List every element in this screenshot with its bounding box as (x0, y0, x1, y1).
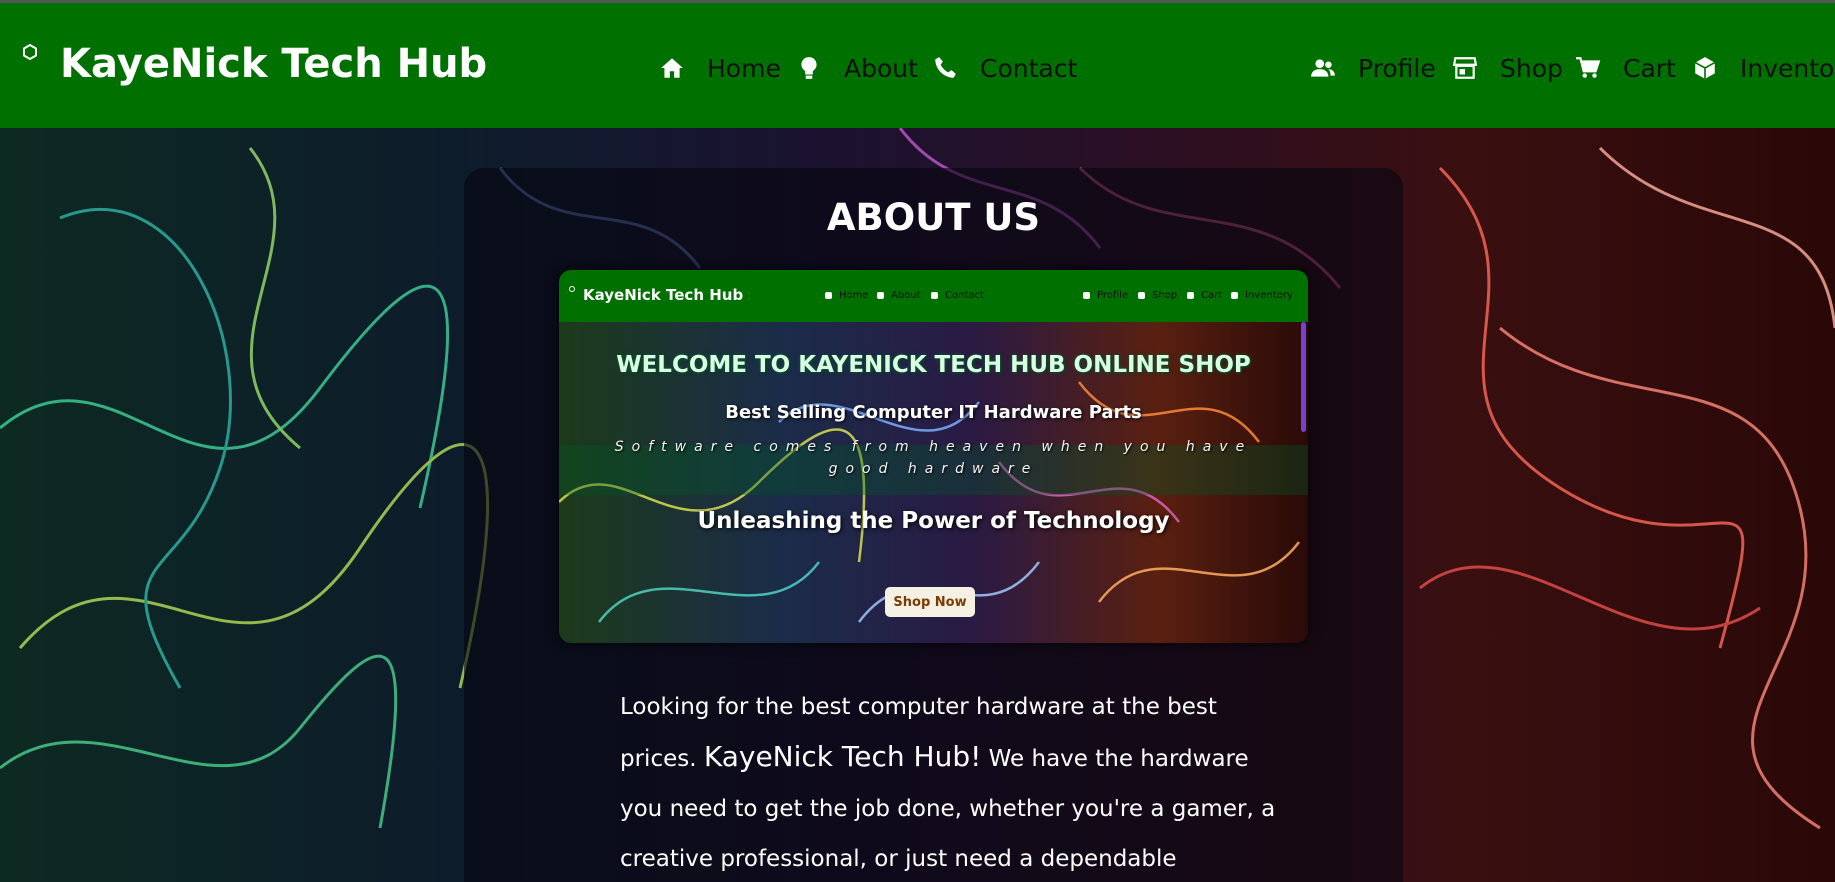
preview-cube-icon (1231, 292, 1238, 299)
brand-title[interactable]: KayeNick Tech Hub (60, 41, 487, 87)
preview-nav-about-label: About (891, 290, 921, 301)
about-text-highlight: KayeNick Tech Hub! (703, 740, 982, 773)
site-preview-image: KayeNick Tech Hub Home About Contact Pro… (559, 270, 1308, 643)
about-title: ABOUT US (826, 196, 1041, 239)
preview-nav-shop: Shop (1138, 290, 1177, 301)
cart-icon (1576, 57, 1601, 78)
nav-home-label: Home (707, 53, 781, 83)
preview-nav-profile: Profile (1083, 290, 1128, 301)
top-navbar: KayeNick Tech Hub Home About Contact Pro… (0, 3, 1835, 128)
nav-cart-label: Cart (1623, 53, 1676, 83)
nav-contact-label: Contact (980, 53, 1078, 83)
preview-cart-icon (1187, 292, 1194, 299)
preview-home-icon (825, 292, 832, 299)
preview-nav-about: About (877, 290, 921, 301)
preview-brand-icon (569, 286, 575, 292)
nav-inventory-label: Inventor (1740, 53, 1835, 83)
preview-best-selling: Best Selling Computer IT Hardware Parts (725, 402, 1142, 423)
nav-cart[interactable]: Cart (1575, 48, 1676, 88)
preview-brand: KayeNick Tech Hub (583, 286, 744, 304)
preview-users-icon (1083, 292, 1090, 299)
phone-icon (935, 57, 956, 78)
preview-navbar: KayeNick Tech Hub Home About Contact Pro… (559, 270, 1308, 322)
store-icon (1452, 57, 1478, 79)
nav-contact[interactable]: Contact (932, 48, 1077, 88)
preview-nav-shop-label: Shop (1152, 290, 1178, 301)
preview-bulb-icon (877, 292, 884, 299)
nav-shop[interactable]: Shop (1452, 48, 1563, 88)
nav-home[interactable]: Home (659, 48, 781, 88)
preview-nav-contact-label: Contact (945, 290, 984, 301)
about-paragraph: Looking for the best computer hardware a… (620, 682, 1280, 882)
preview-phone-icon (931, 292, 938, 299)
preview-nav-inventory-label: Inventory (1245, 290, 1293, 301)
nav-inventory[interactable]: Inventor (1692, 48, 1835, 88)
nav-profile-label: Profile (1358, 53, 1436, 83)
nav-about-label: About (844, 53, 918, 83)
preview-unleash-heading: Unleashing the Power of Technology (697, 508, 1170, 534)
preview-welcome-heading: WELCOME TO KAYENICK TECH HUB ONLINE SHOP (616, 352, 1251, 378)
cube-icon (1694, 57, 1716, 79)
nav-about[interactable]: About (796, 48, 918, 88)
nav-profile[interactable]: Profile (1310, 48, 1436, 88)
preview-nav-home-label: Home (839, 290, 869, 301)
preview-nav-cart-label: Cart (1201, 290, 1223, 301)
preview-nav-profile-label: Profile (1097, 290, 1129, 301)
preview-nav-cart: Cart (1187, 290, 1222, 301)
preview-nav-inventory: Inventory (1231, 290, 1293, 301)
home-icon (661, 58, 683, 78)
users-icon (1311, 59, 1335, 77)
nav-shop-label: Shop (1500, 53, 1563, 83)
preview-nav-contact: Contact (931, 290, 984, 301)
lightbulb-icon (801, 57, 817, 79)
preview-shop-now-button: Shop Now (885, 587, 975, 617)
brand-logo-icon (23, 44, 37, 60)
preview-nav-home: Home (825, 290, 869, 301)
preview-store-icon (1138, 292, 1145, 299)
preview-tagline: Software comes from heaven when you have… (614, 439, 1253, 477)
